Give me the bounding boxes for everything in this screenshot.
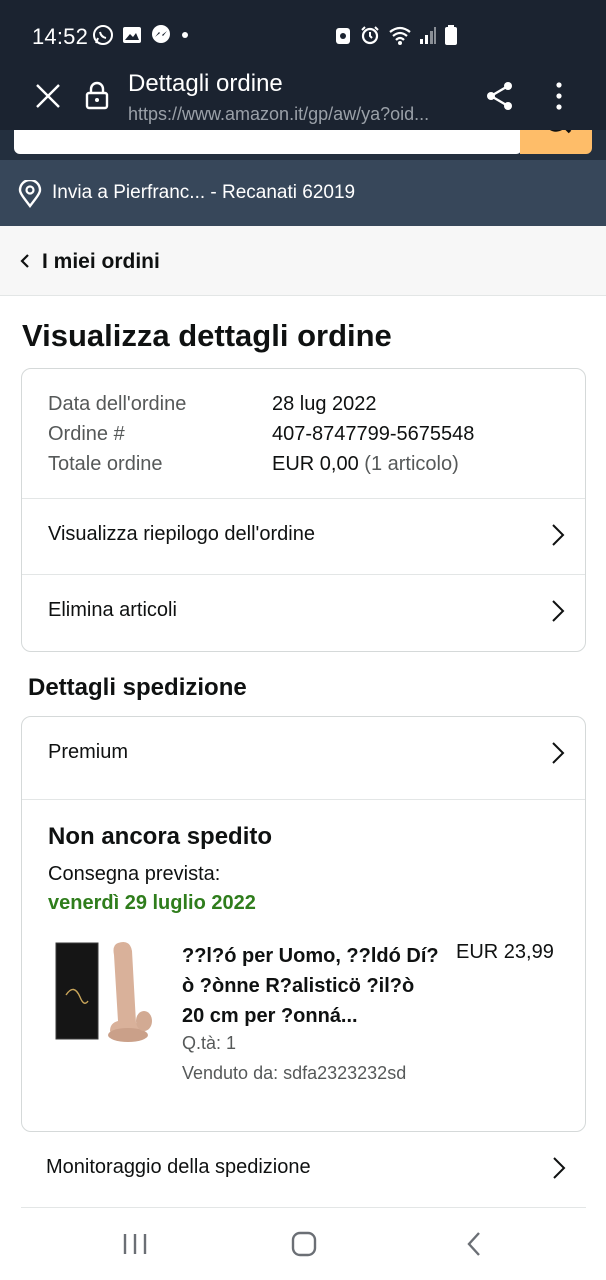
share-icon[interactable]: [484, 80, 516, 112]
shipment-status: Non ancora spedito: [48, 823, 273, 850]
search-button[interactable]: [520, 130, 592, 154]
close-icon[interactable]: [34, 82, 62, 110]
alarm-icon: [361, 26, 379, 45]
delivery-estimate-label: Consegna prevista:: [48, 863, 221, 885]
system-icons: [334, 24, 458, 46]
chevron-right-icon: [553, 1157, 566, 1179]
track-shipment-label: Monitoraggio della spedizione: [46, 1156, 311, 1178]
shipment-card: Premium Non ancora spedito Consegna prev…: [21, 716, 586, 1132]
order-total-amount: EUR 0,00: [272, 453, 359, 475]
clock: 14:52: [32, 24, 89, 49]
product-price: EUR 23,99: [456, 941, 554, 963]
order-total-label: Totale ordine: [48, 453, 163, 475]
more-options-icon[interactable]: [548, 80, 570, 112]
recent-apps-icon[interactable]: [122, 1232, 148, 1256]
order-number-value: 407-8747799-5675548: [272, 423, 475, 445]
messenger-icon: [152, 25, 170, 43]
system-nav-bar: [0, 1210, 606, 1280]
shipping-method-label: Premium: [48, 741, 129, 763]
browser-toolbar: Dettagli ordine https://www.amazon.it/gp…: [0, 64, 606, 130]
home-icon[interactable]: [290, 1230, 318, 1258]
delete-items-link[interactable]: Elimina articoli: [22, 575, 585, 651]
gallery-icon: [123, 27, 141, 43]
order-info: Data dell'ordine 28 lug 2022 Ordine # 40…: [22, 369, 585, 499]
order-date-label: Data dell'ordine: [48, 393, 187, 415]
lock-icon: [85, 81, 109, 110]
location-pin-icon: [18, 180, 42, 208]
shipping-method-row[interactable]: Premium: [22, 717, 585, 793]
delete-items-label: Elimina articoli: [48, 599, 177, 621]
dot-icon: [182, 32, 188, 38]
product-quantity: Q.tà: 1: [182, 1033, 237, 1053]
track-shipment-link[interactable]: Monitoraggio della spedizione: [21, 1132, 586, 1208]
battery-icon: [445, 25, 457, 45]
product-image[interactable]: [52, 935, 162, 1047]
view-order-summary-link[interactable]: Visualizza riepilogo dell'ordine: [22, 499, 585, 575]
order-item-count: (1 articolo): [364, 453, 459, 475]
deliver-to-bar[interactable]: Invia a Pierfranc... - Recanati 62019: [0, 160, 606, 226]
divider: [22, 799, 585, 800]
notification-icons: [92, 24, 190, 46]
product-title-link[interactable]: ??l?ó per Uomo, ??ldó Dí?ò ?ònne R?alist…: [182, 941, 442, 1031]
page-title: Visualizza dettagli ordine: [22, 318, 392, 353]
data-saver-icon: [336, 28, 350, 44]
deliver-to-text: Invia a Pierfranc... - Recanati 62019: [52, 182, 356, 203]
chevron-right-icon: [552, 600, 565, 622]
status-bar: 14:52: [0, 0, 606, 64]
chevron-right-icon: [552, 742, 565, 764]
order-summary-card: Data dell'ordine 28 lug 2022 Ordine # 40…: [21, 368, 586, 652]
order-number-label: Ordine #: [48, 423, 125, 445]
delivery-estimate-date: venerdì 29 luglio 2022: [48, 892, 256, 914]
search-icon: [549, 130, 572, 134]
search-bar: [0, 130, 606, 160]
view-order-summary-label: Visualizza riepilogo dell'ordine: [48, 523, 315, 545]
back-icon[interactable]: [464, 1230, 484, 1258]
search-input[interactable]: [14, 130, 522, 154]
wifi-icon: [389, 26, 411, 45]
breadcrumb-label: I miei ordini: [42, 250, 160, 273]
order-total-value: EUR 0,00 (1 articolo): [272, 453, 459, 476]
product-seller: Venduto da: sdfa2323232sd: [182, 1063, 407, 1083]
breadcrumb[interactable]: I miei ordini: [0, 226, 606, 296]
order-date-value: 28 lug 2022: [272, 393, 377, 415]
url-text[interactable]: https://www.amazon.it/gp/aw/ya?oid...: [128, 104, 468, 125]
chevron-right-icon: [552, 524, 565, 546]
shipping-section-title: Dettagli spedizione: [28, 674, 247, 701]
chevron-left-icon: [20, 254, 29, 268]
page-tab-title: Dettagli ordine: [128, 70, 283, 97]
signal-icon: [420, 27, 436, 44]
whatsapp-icon: [93, 25, 113, 45]
